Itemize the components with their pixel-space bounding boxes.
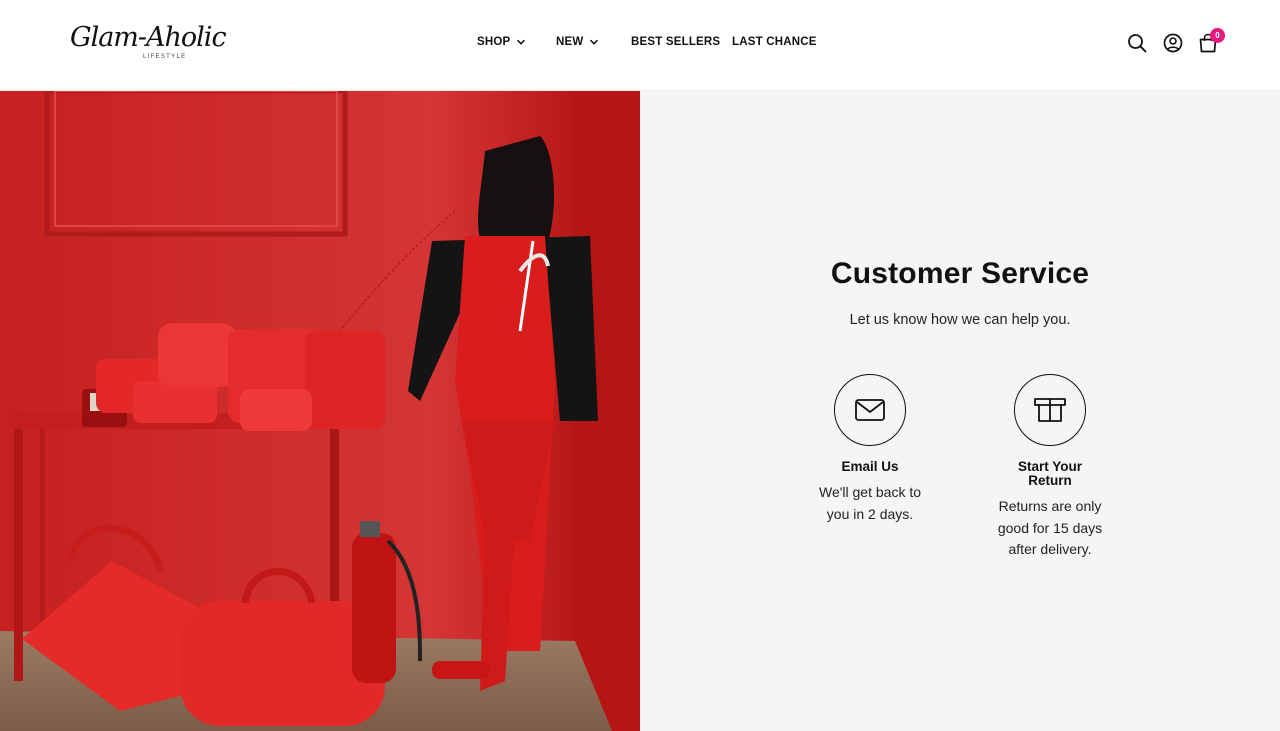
site-header: Glam-Aholic LIFESTYLE SHOP NEW BEST SELL… — [0, 0, 1280, 91]
email-icon-circle[interactable] — [834, 374, 906, 446]
nav-shop-label: SHOP — [477, 36, 511, 48]
chevron-down-icon — [517, 39, 526, 45]
chevron-down-icon — [590, 39, 599, 45]
nav-last-chance[interactable]: LAST CHANCE — [732, 36, 817, 48]
nav-best-sellers[interactable]: BEST SELLERS — [631, 36, 720, 48]
email-us-title: Email Us — [841, 459, 899, 474]
start-return-title: Start Your Return — [1017, 459, 1082, 488]
logo-subtext: LIFESTYLE — [143, 54, 187, 60]
account-icon[interactable] — [1162, 32, 1184, 54]
start-return-text: Returns are only good for 15 days after … — [997, 498, 1103, 557]
nav-shop[interactable]: SHOP — [477, 36, 526, 48]
envelope-icon — [855, 399, 885, 421]
header-icons: 0 — [1124, 28, 1234, 56]
customer-service-panel: Customer Service Let us know how we can … — [640, 91, 1280, 731]
box-icon — [1034, 398, 1066, 422]
start-return-card[interactable]: Start Your Return Returns are only good … — [960, 374, 1140, 561]
brand-logo[interactable]: Glam-Aholic LIFESTYLE — [70, 22, 227, 66]
search-icon[interactable] — [1126, 32, 1148, 54]
page-subtitle: Let us know how we can help you. — [849, 312, 1071, 328]
logo-text: Glam-Aholic — [70, 22, 227, 53]
page-title: Customer Service — [830, 257, 1090, 290]
cart-count-badge: 0 — [1210, 28, 1225, 43]
nav-best-sellers-label: BEST SELLERS — [631, 36, 721, 48]
hero-illustration — [0, 91, 640, 731]
email-us-card[interactable]: Email Us We'll get back to you in 2 days… — [780, 374, 960, 525]
nav-new-label: NEW — [556, 36, 584, 48]
return-icon-circle[interactable] — [1014, 374, 1086, 446]
email-us-text: We'll get back to you in 2 days. — [818, 484, 922, 522]
nav-last-chance-label: LAST CHANCE — [732, 36, 817, 48]
hero-image — [0, 91, 640, 731]
nav-new[interactable]: NEW — [556, 36, 599, 48]
